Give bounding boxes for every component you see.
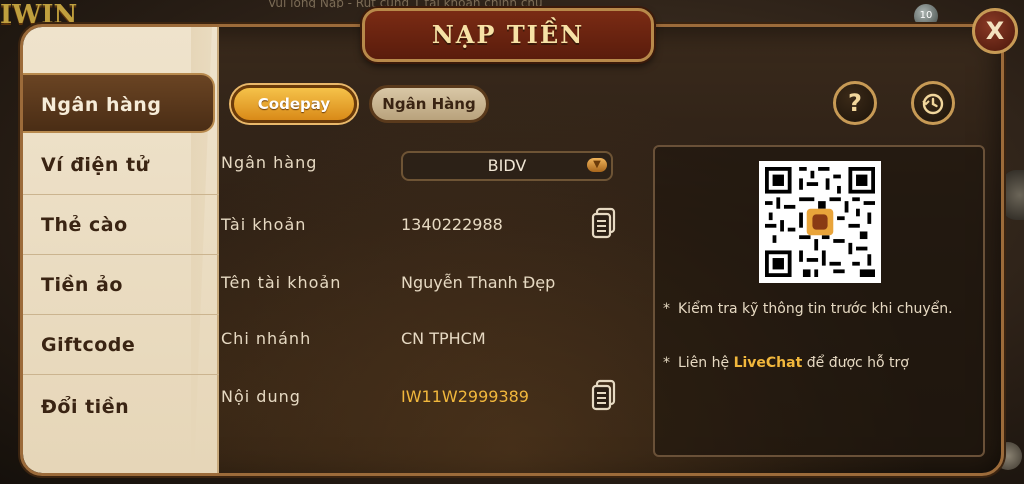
tab-codepay[interactable]: Codepay: [231, 85, 357, 123]
sidebar-item-the-cao[interactable]: Thẻ cào: [23, 195, 219, 255]
history-button[interactable]: [911, 81, 955, 125]
account-name-value: Nguyễn Thanh Đẹp: [401, 273, 556, 292]
qr-info-box: * Kiểm tra kỹ thông tin trước khi chuyển.…: [653, 145, 985, 457]
background-marquee: Vui lòng Nạp - Rút cùng 1 tài khoản chín…: [268, 0, 543, 8]
qr-code-icon: [765, 167, 875, 277]
sidebar-item-doi-tien[interactable]: Đổi tiền: [23, 377, 219, 437]
bank-label: Ngân hàng: [221, 153, 318, 172]
branch-label: Chi nhánh: [221, 329, 312, 348]
sidebar-item-giftcode[interactable]: Giftcode: [23, 315, 219, 375]
transfer-content-value: IW11W2999389: [401, 387, 529, 406]
sidebar-item-ngan-hang[interactable]: Ngân hàng: [23, 73, 215, 133]
account-label: Tài khoản: [221, 215, 307, 234]
dialog-header: NẠP TIỀN: [362, 8, 654, 62]
copy-account-icon[interactable]: [591, 207, 617, 239]
deposit-dialog: Ngân hàng Ví điện tử Thẻ cào Tiền ảo Gif…: [20, 24, 1004, 476]
help-button[interactable]: ?: [833, 81, 877, 125]
info-note-2-prefix: Liên hệ: [678, 355, 734, 371]
history-icon: [922, 93, 944, 115]
account-name-label: Tên tài khoản: [221, 273, 342, 292]
sidebar-item-vi-dien-tu[interactable]: Ví điện tử: [23, 135, 219, 195]
bank-select-value: BIDV: [487, 156, 527, 175]
info-note-2-suffix: để được hỗ trợ: [802, 355, 909, 371]
tab-ngan-hang[interactable]: Ngân Hàng: [369, 85, 489, 123]
bank-select[interactable]: BIDV ▼: [401, 151, 613, 181]
close-button[interactable]: X: [972, 8, 1018, 54]
background-side-button: [1002, 170, 1024, 220]
content-label: Nội dung: [221, 387, 301, 406]
account-number-value: 1340222988: [401, 215, 503, 234]
info-note-2: * Liên hệ LiveChat để được hỗ trợ: [663, 355, 909, 371]
chevron-down-icon: ▼: [587, 158, 607, 172]
sidebar-item-tien-ao[interactable]: Tiền ảo: [23, 255, 219, 315]
dialog-title: NẠP TIỀN: [431, 20, 585, 49]
payment-qr-code: [759, 161, 881, 283]
livechat-link[interactable]: LiveChat: [734, 355, 803, 371]
info-note-1: * Kiểm tra kỹ thông tin trước khi chuyển.: [663, 301, 953, 317]
info-note-1-text: Kiểm tra kỹ thông tin trước khi chuyển.: [678, 301, 953, 317]
copy-content-icon[interactable]: [591, 379, 617, 411]
branch-value: CN TPHCM: [401, 329, 486, 348]
